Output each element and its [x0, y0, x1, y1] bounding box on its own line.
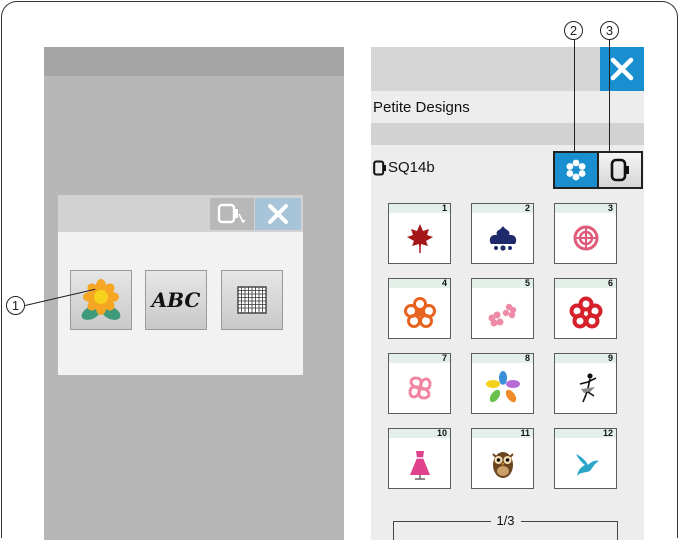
grid-mode-button[interactable] [221, 270, 283, 330]
pink-swirl-flower-icon [389, 363, 450, 413]
design-number: 1 [441, 203, 447, 213]
orange-flower-icon [389, 288, 450, 338]
pink-blossoms-icon [472, 288, 533, 338]
design-number: 10 [436, 428, 447, 438]
design-number: 4 [441, 278, 447, 288]
design-number-strip [389, 354, 450, 363]
callout-2-leader [574, 40, 575, 153]
design-number: 11 [520, 428, 530, 438]
current-hoop: SQ14b [373, 159, 435, 176]
design-button[interactable]: 4 [388, 278, 451, 339]
design-number: 9 [607, 353, 613, 363]
callout-3-leader [609, 40, 610, 153]
callout-3: 3 [600, 21, 619, 40]
design-number-strip [472, 279, 533, 288]
design-button[interactable]: 12 [554, 428, 617, 489]
design-number-strip [555, 204, 616, 213]
lettering-mode-button[interactable]: ABC [145, 270, 207, 330]
red-flower-icon [555, 288, 616, 338]
design-number-strip [389, 204, 450, 213]
flower-design-icon [81, 279, 121, 320]
close-button[interactable] [600, 47, 644, 91]
design-button[interactable]: 3 [554, 203, 617, 264]
right-screen: Petite Designs SQ14b 12345 6 7 8 9 10 11… [371, 47, 644, 540]
pink-dress-icon [389, 438, 450, 488]
page-indicator: 1/3 [490, 513, 521, 528]
embroidery-design-toggle[interactable] [555, 153, 597, 187]
callout-1: 1 [6, 296, 25, 315]
design-button[interactable]: 1 [388, 203, 451, 264]
lettering-mode-label: ABC [151, 288, 201, 312]
design-button[interactable]: 8 [471, 353, 534, 414]
design-number: 5 [524, 278, 530, 288]
hoop-select-icon [217, 203, 246, 224]
design-number: 7 [441, 353, 447, 363]
left-top-bar [44, 47, 344, 76]
design-number: 12 [602, 428, 613, 438]
design-number: 2 [524, 203, 530, 213]
ballerina-icon [555, 363, 616, 413]
design-number-strip [472, 204, 533, 213]
rainbow-flower-icon [472, 363, 533, 413]
lace-ball-icon [555, 213, 616, 263]
left-screen: ABC [44, 47, 344, 540]
bird-icon [555, 438, 616, 488]
design-button[interactable]: 9 [554, 353, 617, 414]
view-toggle-group [553, 151, 643, 189]
design-button[interactable]: 2 [471, 203, 534, 264]
owl-icon [472, 438, 533, 488]
hoop-icon [373, 160, 386, 175]
mode-select-dialog: ABC [58, 195, 303, 375]
close-icon [610, 57, 634, 81]
maple-leaf-icon [389, 213, 450, 263]
title-band [371, 123, 644, 145]
hoop-size-label: SQ14b [388, 159, 435, 176]
design-number-strip [389, 279, 450, 288]
design-number: 8 [524, 353, 530, 363]
design-button[interactable]: 7 [388, 353, 451, 414]
design-button[interactable]: 6 [554, 278, 617, 339]
hoop-select-toggle[interactable] [599, 153, 641, 187]
callout-2: 2 [564, 21, 583, 40]
design-button[interactable]: 10 [388, 428, 451, 489]
design-number: 3 [607, 203, 613, 213]
hoop-icon [610, 158, 629, 182]
grid-icon [237, 286, 267, 314]
design-button[interactable]: 11 [471, 428, 534, 489]
hoop-select-button[interactable] [210, 198, 254, 230]
close-icon [268, 204, 288, 224]
embroidery-design-mode-button[interactable] [70, 270, 132, 330]
damask-icon [472, 213, 533, 263]
design-number-strip [555, 354, 616, 363]
design-number-strip [555, 279, 616, 288]
page-indicator-frame: 1/3 [393, 513, 618, 540]
dialog-close-button[interactable] [255, 198, 301, 230]
flower-icon [566, 159, 586, 181]
design-number: 6 [607, 278, 613, 288]
design-number-strip [472, 354, 533, 363]
design-button[interactable]: 5 [471, 278, 534, 339]
page-title: Petite Designs [373, 99, 470, 116]
